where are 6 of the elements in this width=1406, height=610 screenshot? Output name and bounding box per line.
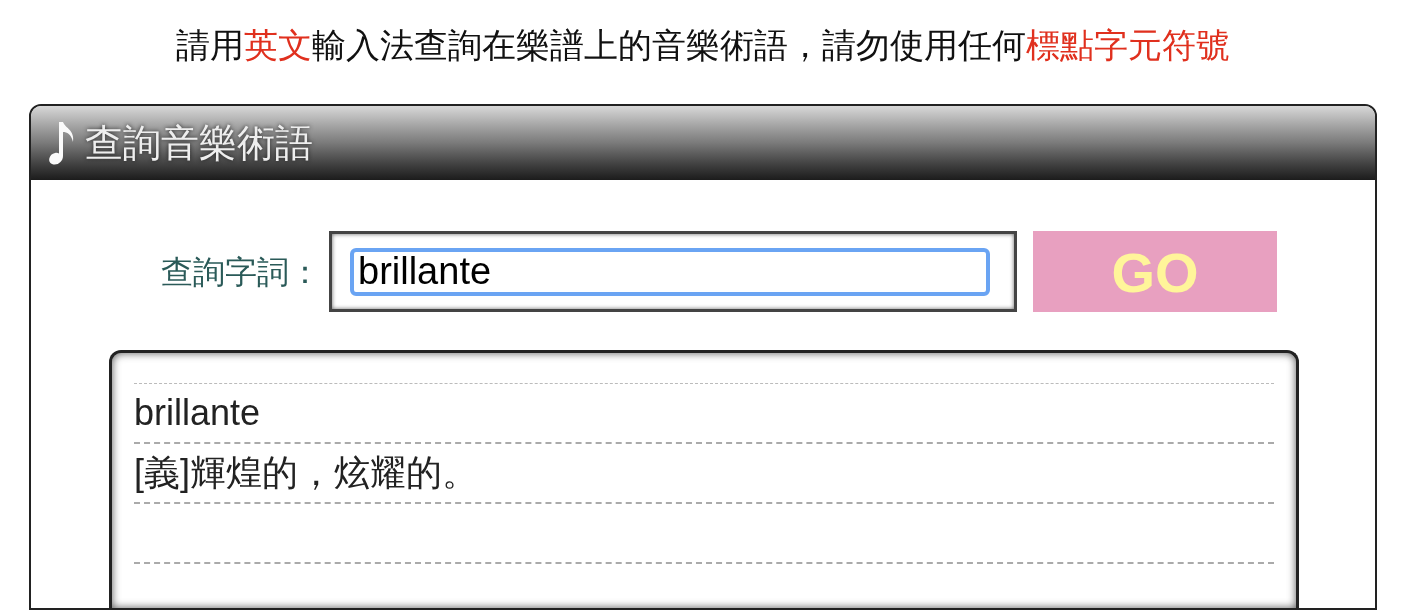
search-label: 查詢字詞： [160, 252, 322, 292]
result-line: [義]輝煌的，炫耀的。 [134, 444, 1274, 504]
panel-title: 查詢音樂術語 [85, 120, 313, 166]
result-line: brillante [134, 384, 1274, 444]
search-field[interactable]: brillante [329, 231, 1017, 312]
instruction-text: 請用英文輸入法查詢在樂譜上的音樂術語，請勿使用任何標點字元符號 [176, 25, 1230, 66]
